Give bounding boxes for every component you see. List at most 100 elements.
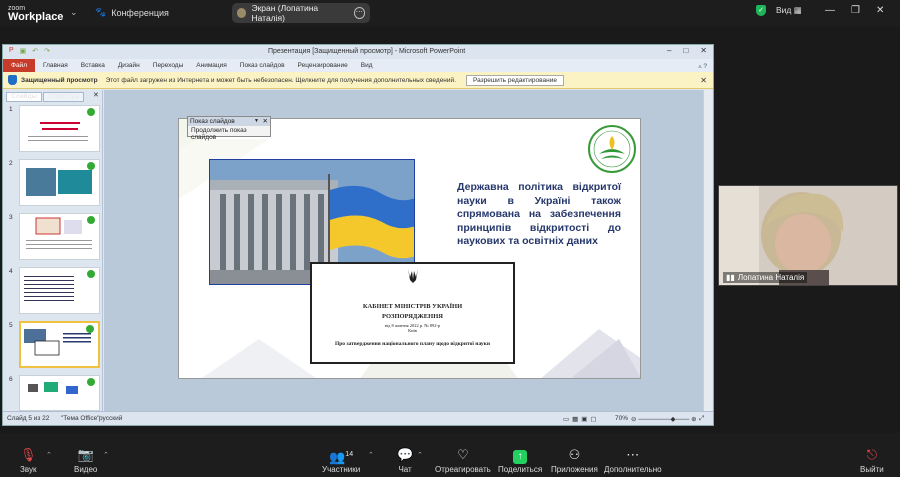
slide-thumbnail-5[interactable] xyxy=(19,321,100,368)
mute-button[interactable]: 🎙 Звук xyxy=(20,447,37,474)
ppt-status-bar: Слайд 5 из 22 "Тема Office" русский ▭▦▣▢… xyxy=(3,411,713,425)
react-label: Отреагировать xyxy=(435,465,491,474)
slides-panel: Слайды Структура ✕ 1 2 3 4 5 6 xyxy=(3,90,103,411)
slide-thumbnail-2[interactable] xyxy=(19,159,100,206)
ppt-app-icon: P xyxy=(9,47,14,54)
chevron-up-icon[interactable]: ⌃ xyxy=(46,451,52,459)
decree-issuer: КАБІНЕТ МІНІСТРІВ УКРАЇНИ xyxy=(362,303,463,310)
protected-view-title: Защищенный просмотр xyxy=(21,76,98,84)
leave-label: Выйти xyxy=(860,465,884,474)
tab-review[interactable]: Рецензирование xyxy=(298,62,348,69)
chat-button[interactable]: 💬 Чат xyxy=(397,447,413,474)
close-icon[interactable]: ✕ xyxy=(263,117,268,126)
close-icon[interactable]: ✕ xyxy=(700,46,707,55)
microphone-muted-icon: 🎙 xyxy=(20,447,37,462)
conference-label: Конференция xyxy=(111,7,169,18)
continue-slideshow-item[interactable]: Продолжить показ слайдов xyxy=(188,126,270,142)
minimize-icon[interactable]: — xyxy=(825,5,835,16)
view-button[interactable]: Вид ▦ xyxy=(776,5,802,16)
tab-home[interactable]: Главная xyxy=(43,62,68,69)
organization-logo xyxy=(587,124,637,174)
slide-thumbnail-6[interactable] xyxy=(19,375,100,411)
tab-design[interactable]: Дизайн xyxy=(118,62,140,69)
participants-icon: 👥14 xyxy=(329,449,354,465)
thumb-number: 2 xyxy=(9,160,13,167)
screen-share-pill[interactable]: Экран (Лопатина Наталія) ⋯ xyxy=(232,3,370,23)
ribbon-tabs: Файл Главная Вставка Дизайн Переходы Ани… xyxy=(3,59,713,72)
more-options-icon[interactable]: ⋯ xyxy=(353,7,365,19)
slide-title: Державна політика відкритої науки в Укра… xyxy=(457,181,621,247)
window-controls: — ❐ ✕ xyxy=(825,5,884,16)
close-icon[interactable]: ✕ xyxy=(700,76,707,85)
tab-animations[interactable]: Анимация xyxy=(196,62,227,69)
decree-subject: Про затвердження національного плану щод… xyxy=(334,341,491,347)
slide-thumbnail-3[interactable] xyxy=(19,213,100,260)
language[interactable]: русский xyxy=(99,415,122,422)
participants-button[interactable]: 👥14 Участники xyxy=(322,447,360,474)
enable-editing-button[interactable]: Разрешить редактирование xyxy=(465,74,564,86)
vertical-scrollbar[interactable] xyxy=(703,90,712,411)
chevron-up-icon[interactable]: ⌃ xyxy=(417,451,423,459)
thumb-number: 4 xyxy=(9,268,13,275)
theme-name: "Тема Office" xyxy=(61,415,100,422)
view-buttons[interactable]: ▭▦▣▢ xyxy=(563,415,600,423)
tab-transitions[interactable]: Переходы xyxy=(153,62,184,69)
ppt-window-title: Презентация [Защищенный просмотр] - Micr… xyxy=(268,48,466,55)
mute-label: Звук xyxy=(20,465,37,474)
more-button[interactable]: ⋯ Дополнительно xyxy=(604,447,662,474)
fit-to-window-icon[interactable]: ⤢ xyxy=(699,415,704,423)
help-icon[interactable]: ▵ ? xyxy=(698,62,707,70)
zoom-level[interactable]: 70% xyxy=(615,415,628,422)
top-right-controls: ✓ Вид ▦ xyxy=(756,5,802,16)
current-slide[interactable]: КАБІНЕТ МІНІСТРІВ УКРАЇНИ РОЗПОРЯДЖЕННЯ … xyxy=(178,118,641,379)
chevron-down-icon[interactable]: ▼ xyxy=(254,117,259,126)
apps-button[interactable]: ⚇ Приложения xyxy=(551,447,598,474)
zoom-logo: zoom Workplace xyxy=(8,4,63,23)
avatar xyxy=(237,8,247,18)
ppt-window-controls: – □ ✕ xyxy=(667,46,707,55)
tab-file[interactable]: Файл xyxy=(3,59,35,72)
close-icon[interactable]: ✕ xyxy=(93,91,99,99)
save-icon[interactable]: ▣ xyxy=(20,47,27,55)
tab-outline[interactable]: Структура xyxy=(43,92,84,102)
react-button[interactable]: ♡ Отреагировать xyxy=(435,447,491,474)
zoom-slider[interactable]: ⊖ ───────◆─── ⊕ xyxy=(631,415,697,423)
protected-view-message[interactable]: Этот файл загружен из Интернета и может … xyxy=(106,77,456,84)
restore-icon[interactable]: ❐ xyxy=(851,5,860,16)
close-icon[interactable]: ✕ xyxy=(876,5,884,16)
slide-thumbnail-1[interactable] xyxy=(19,105,100,152)
meeting-toolbar: 🎙 Звук ⌃ 📷 Видео ⌃ 👥14 Участники ⌃ 💬 Чат… xyxy=(0,433,900,477)
participants-label: Участники xyxy=(322,465,361,474)
tab-insert[interactable]: Вставка xyxy=(81,62,105,69)
undo-icon[interactable]: ↶ xyxy=(32,47,38,55)
shield-icon xyxy=(8,75,17,85)
conference-menu[interactable]: 🐾 Конференция xyxy=(95,7,169,18)
slideshow-popup: Показ слайдов ▼ ✕ Продолжить показ слайд… xyxy=(187,116,271,141)
apps-icon: ⚇ xyxy=(568,447,581,462)
share-button[interactable]: ↑ Поделиться xyxy=(498,447,542,474)
government-decree-document: КАБІНЕТ МІНІСТРІВ УКРАЇНИ РОЗПОРЯДЖЕННЯ … xyxy=(310,262,515,364)
chevron-down-icon[interactable]: ⌄ xyxy=(70,7,78,18)
paw-icon: 🐾 xyxy=(95,7,107,17)
tab-slideshow[interactable]: Показ слайдов xyxy=(240,62,285,69)
participant-video[interactable]: ▮▮ Лопатина Наталія xyxy=(718,185,898,286)
redo-icon[interactable]: ↷ xyxy=(44,47,50,55)
maximize-icon[interactable]: □ xyxy=(683,46,688,55)
shield-icon[interactable]: ✓ xyxy=(756,5,766,16)
participant-image xyxy=(719,186,897,285)
chevron-up-icon[interactable]: ⌃ xyxy=(368,451,374,459)
leave-button[interactable]: ⎋ Выйти xyxy=(860,447,884,474)
share-label: Поделиться xyxy=(498,465,543,474)
protected-view-bar: Защищенный просмотр Этот файл загружен и… xyxy=(3,72,713,89)
minimize-icon[interactable]: – xyxy=(667,46,671,55)
video-button[interactable]: 📷 Видео xyxy=(74,447,97,474)
trident-emblem xyxy=(407,269,418,283)
view-label: Вид xyxy=(776,5,792,15)
tab-slides[interactable]: Слайды xyxy=(6,92,43,102)
more-label: Дополнительно xyxy=(604,465,662,474)
chat-icon: 💬 xyxy=(397,447,414,462)
tab-view[interactable]: Вид xyxy=(361,62,373,69)
participant-name-tag: ▮▮ Лопатина Наталія xyxy=(723,272,808,283)
chevron-up-icon[interactable]: ⌃ xyxy=(103,451,109,459)
slide-thumbnail-4[interactable] xyxy=(19,267,100,314)
